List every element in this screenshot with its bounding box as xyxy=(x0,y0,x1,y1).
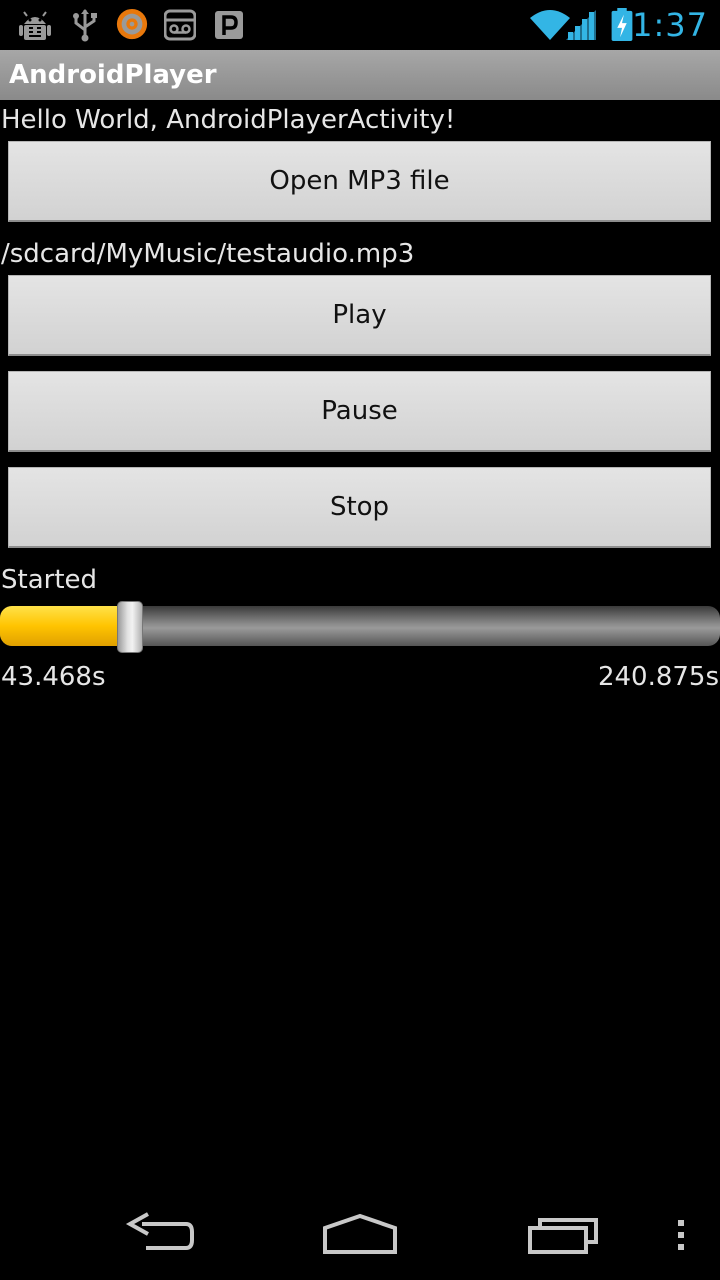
playback-status-text: Started xyxy=(1,565,98,595)
back-icon[interactable] xyxy=(124,1210,196,1260)
seekbar-progress xyxy=(0,606,130,646)
recent-apps-icon[interactable] xyxy=(526,1210,600,1260)
action-bar: AndroidPlayer xyxy=(0,50,720,100)
hello-text: Hello World, AndroidPlayerActivity! xyxy=(1,105,456,135)
android-debug-icon xyxy=(19,11,51,40)
app-title: AndroidPlayer xyxy=(9,60,217,90)
orange-app-icon xyxy=(116,8,148,40)
stop-button[interactable]: Stop xyxy=(8,467,711,548)
seekbar[interactable] xyxy=(0,598,720,658)
open-mp3-button[interactable]: Open MP3 file xyxy=(8,141,711,222)
home-icon[interactable] xyxy=(322,1210,398,1260)
navigation-bar xyxy=(0,1190,720,1280)
status-bar: 1:37 xyxy=(0,0,720,50)
play-button[interactable]: Play xyxy=(8,275,711,356)
signal-icon xyxy=(566,10,596,40)
clock-time: 1:37 xyxy=(632,6,708,44)
file-path-text: /sdcard/MyMusic/testaudio.mp3 xyxy=(1,239,415,269)
seekbar-thumb[interactable] xyxy=(117,601,143,653)
usb-icon xyxy=(73,9,97,42)
pause-button[interactable]: Pause xyxy=(8,371,711,452)
voicemail-icon xyxy=(164,9,196,41)
parking-icon xyxy=(215,11,243,39)
total-time-text: 240.875s xyxy=(597,662,719,692)
current-time-text: 43.468s xyxy=(1,662,106,692)
overflow-menu-icon[interactable] xyxy=(674,1210,688,1260)
battery-charging-icon xyxy=(611,8,633,42)
